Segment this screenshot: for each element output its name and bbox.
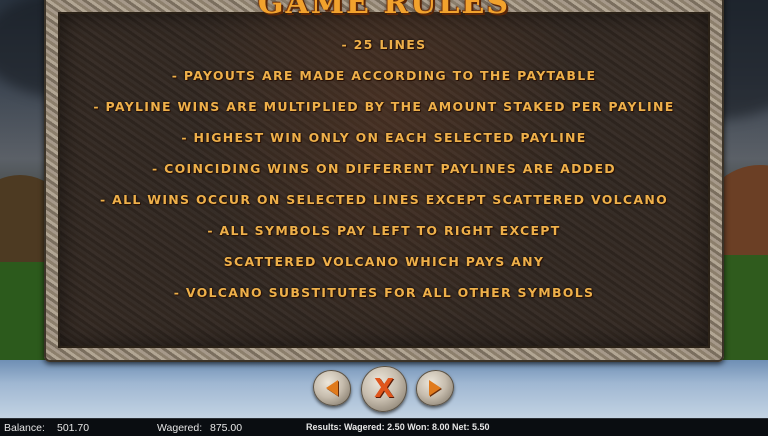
balance-label: Balance:	[4, 422, 45, 434]
rule-line: SCATTERED VOLCANO WHICH PAYS ANY	[223, 254, 545, 269]
rule-line: - ALL WINS OCCUR ON SELECTED LINES EXCEP…	[99, 192, 669, 207]
previous-page-button[interactable]	[313, 370, 351, 406]
rules-panel-frame	[44, 0, 724, 362]
wagered-label: Wagered:	[157, 422, 203, 434]
rule-line: - 25 LINES	[341, 37, 427, 52]
rule-line: - PAYLINE WINS ARE MULTIPLIED BY THE AMO…	[93, 99, 675, 114]
rule-line: - VOLCANO SUBSTITUTES FOR ALL OTHER SYMB…	[173, 285, 595, 300]
page-title: GAME RULES	[257, 0, 511, 21]
results-summary: Results: Wagered: 2.50 Won: 8.00 Net: 5.…	[306, 422, 490, 432]
arrow-left-icon	[326, 380, 338, 396]
close-icon: X	[373, 374, 395, 404]
arrow-right-icon	[429, 380, 441, 396]
balance-value: 501.70	[57, 422, 90, 434]
status-bar: Balance: 501.70 Wagered: 875.00 Results:…	[0, 418, 768, 436]
rule-line: - ALL SYMBOLS PAY LEFT TO RIGHT EXCEPT	[207, 223, 561, 238]
rule-line: - COINCIDING WINS ON DIFFERENT PAYLINES …	[152, 161, 616, 176]
rule-line: - PAYOUTS ARE MADE ACCORDING TO THE PAYT…	[171, 68, 597, 83]
rule-line: - HIGHEST WIN ONLY ON EACH SELECTED PAYL…	[181, 130, 587, 145]
wagered-value: 875.00	[210, 422, 243, 434]
